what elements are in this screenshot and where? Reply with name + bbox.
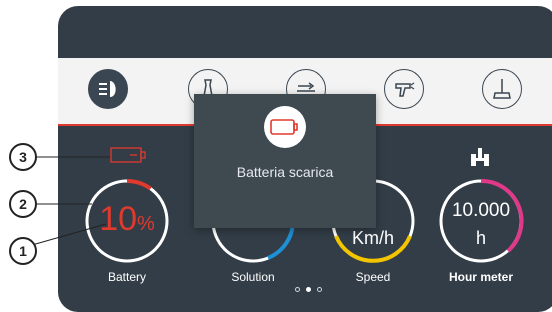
spray-gun-button[interactable] [384,69,424,109]
callout-1: 1 [9,237,37,265]
battery-empty-icon [270,119,298,135]
broom-button[interactable] [482,69,522,109]
page-indicator [295,287,322,292]
hour-meter-gauge: 10.000 h [436,176,526,266]
hour-meter-unit: h [475,228,486,248]
callout-2: 2 [9,190,37,218]
alert-icon-circle [264,106,306,148]
headlight-icon [99,81,116,97]
broom-icon [493,79,511,99]
speed-unit: Km/h [351,228,394,248]
battery-unit: % [137,213,155,235]
page-dot[interactable] [295,287,300,292]
battery-gauge: 10% [82,176,172,266]
low-battery-alert-dialog[interactable]: Batteria scarica [194,94,376,228]
headlight-button[interactable] [88,69,128,109]
spray-gun-icon [395,82,415,97]
solution-label: Solution [231,270,275,284]
alert-message: Batteria scarica [236,164,334,180]
hour-meter-label: Hour meter [448,270,513,284]
speed-label: Speed [355,270,391,284]
battery-low-indicator-icon [110,147,146,163]
hour-meter-value: 10.000 [451,200,511,221]
battery-label: Battery [107,270,146,284]
page-dot-active[interactable] [306,287,311,292]
page-dot[interactable] [317,287,322,292]
battery-value: 10 [99,200,138,238]
callout-3: 3 [9,143,37,171]
hour-meter-icon [471,148,489,166]
